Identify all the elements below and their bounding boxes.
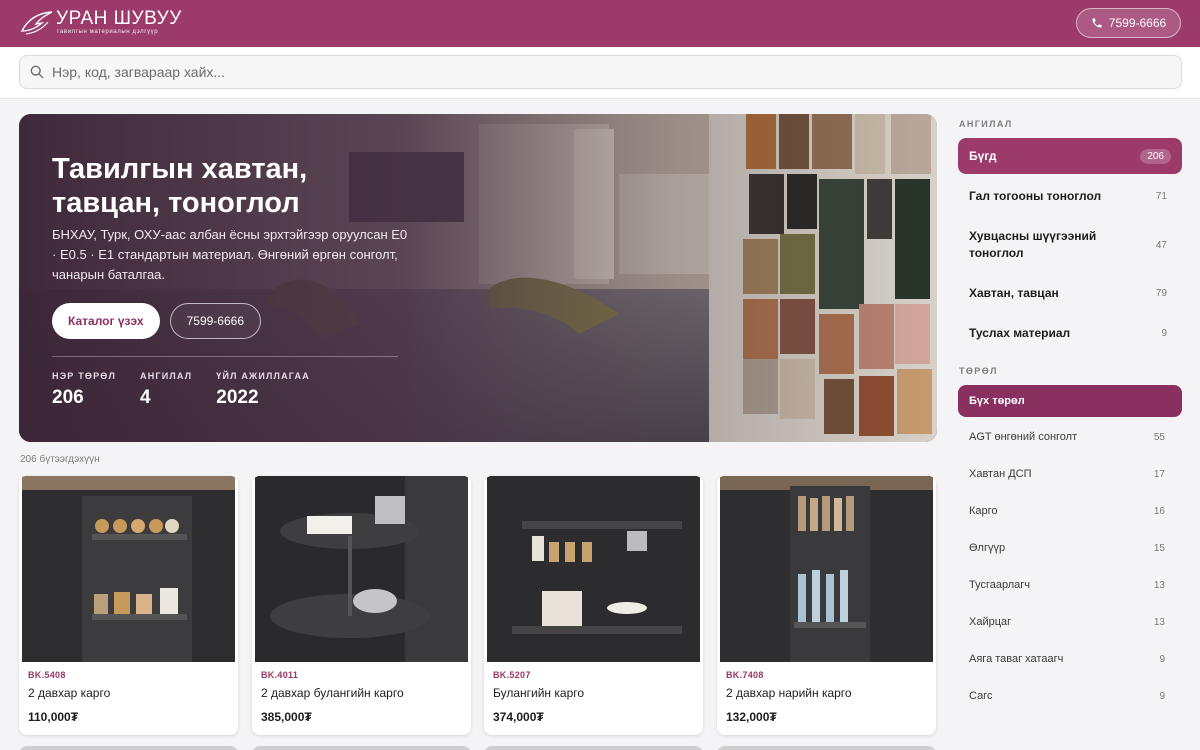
- type-item[interactable]: Хавтан ДСП 17: [958, 458, 1182, 490]
- category-item-auxiliary[interactable]: Туслах материал 9: [958, 315, 1182, 351]
- type-label: AGT өнгөний сонголт: [969, 431, 1078, 443]
- category-item-wardrobe[interactable]: Хувцасны шүүгээний тоноглол 47: [958, 218, 1182, 272]
- type-item[interactable]: Тусгаарлагч 13: [958, 569, 1182, 601]
- phone-number: 7599-6666: [1108, 16, 1167, 30]
- phone-icon: [1092, 18, 1102, 28]
- type-item[interactable]: Аяга таваг хатаагч 9: [958, 643, 1182, 675]
- product-card-partial[interactable]: [252, 746, 471, 750]
- stat-value: 4: [140, 387, 151, 408]
- category-count: 9: [1161, 327, 1167, 339]
- phone-button[interactable]: 7599-6666: [1076, 8, 1181, 38]
- logo[interactable]: УРАН ШУВУУ Тавилгын материалын дэлгүүр: [20, 9, 182, 37]
- type-label: Аяга таваг хатаагч: [969, 653, 1064, 665]
- product-image: [720, 476, 933, 662]
- type-item[interactable]: AGT өнгөний сонголт 55: [958, 421, 1182, 453]
- category-label: Хавтан, тавцан: [969, 286, 1059, 300]
- product-image: [487, 476, 700, 662]
- hero-banner: Тавилгын хавтан, тавцан, тоноглол БНХАУ,…: [19, 114, 937, 442]
- product-name: 2 давхар булангийн карго: [261, 686, 404, 700]
- type-count: 15: [1153, 542, 1165, 554]
- category-count: 47: [1155, 239, 1167, 251]
- category-item-kitchen[interactable]: Гал тогооны тоноглол 71: [958, 178, 1182, 214]
- product-price: 385,000₮: [261, 710, 312, 724]
- search-bar: [0, 47, 1200, 99]
- type-count: 17: [1153, 468, 1165, 480]
- product-card[interactable]: BK.7408 2 давхар нарийн карго 132,000₮: [717, 476, 936, 735]
- product-price: 132,000₮: [726, 710, 777, 724]
- type-count: 13: [1153, 579, 1165, 591]
- type-label: Сагс: [969, 690, 993, 702]
- type-label: Хайрцаг: [969, 616, 1012, 628]
- hero-title-line-2: тавцан, тоноглол: [52, 187, 300, 219]
- hero-title: Тавилгын хавтан, тавцан, тоноглол: [52, 152, 472, 220]
- hero-description: БНХАУ, Турк, ОХУ-аас албан ёсны эрхтэйгэ…: [52, 227, 408, 282]
- search-box[interactable]: [19, 55, 1182, 89]
- category-label: Хувцасны шүүгээний тоноглол: [969, 229, 1097, 260]
- category-item-boards[interactable]: Хавтан, тавцан 79: [958, 275, 1182, 311]
- top-bar: УРАН ШУВУУ Тавилгын материалын дэлгүүр 7…: [0, 0, 1200, 47]
- logo-subtitle: Тавилгын материалын дэлгүүр: [56, 29, 159, 35]
- product-name: 2 давхар нарийн карго: [726, 686, 852, 700]
- type-label: Бүх төрөл: [969, 395, 1025, 407]
- type-item[interactable]: Сагс 9: [958, 680, 1182, 712]
- stat-label: АНГИЛАЛ: [140, 371, 193, 381]
- category-count: 79: [1155, 287, 1167, 299]
- product-card-partial[interactable]: [484, 746, 703, 750]
- category-label: Гал тогооны тоноглол: [969, 189, 1102, 203]
- hero-title-line-1: Тавилгын хавтан,: [52, 153, 308, 185]
- type-item[interactable]: Карго 16: [958, 495, 1182, 527]
- category-item-all[interactable]: Бүгд 206: [958, 138, 1182, 174]
- stat-value: 2022: [216, 387, 259, 408]
- search-icon: [30, 65, 44, 79]
- type-item[interactable]: Хайрцаг 13: [958, 606, 1182, 638]
- hero-divider: [52, 356, 398, 357]
- product-image: [255, 476, 468, 662]
- type-count: 55: [1153, 431, 1165, 443]
- hero-stats: НЭР ТӨРӨЛ 206 АНГИЛАЛ 4 ҮЙЛ АЖИЛЛАГАА 20…: [52, 371, 334, 409]
- logo-title: УРАН ШУВУУ: [56, 8, 182, 29]
- type-count: 9: [1159, 653, 1165, 665]
- category-count: 71: [1155, 190, 1167, 202]
- call-button[interactable]: 7599-6666: [169, 303, 261, 339]
- product-card[interactable]: BK.4011 2 давхар булангийн карго 385,000…: [252, 476, 471, 735]
- type-count: 16: [1153, 505, 1165, 517]
- product-image: [22, 476, 235, 662]
- category-label: Туслах материал: [969, 326, 1071, 340]
- category-count: 206: [1140, 148, 1171, 164]
- type-label: Хавтан ДСП: [969, 468, 1032, 480]
- product-price: 110,000₮: [28, 710, 79, 724]
- type-count: 9: [1159, 690, 1165, 702]
- product-card[interactable]: BK.5408 2 давхар карго 110,000₮: [19, 476, 238, 735]
- type-count: 13: [1153, 616, 1165, 628]
- types-heading: ТӨРӨЛ: [959, 366, 998, 376]
- stat-item: НЭР ТӨРӨЛ 206: [52, 371, 116, 409]
- product-name: Булангийн карго: [493, 686, 585, 700]
- stat-value: 206: [52, 387, 84, 408]
- results-count: 206 бүтээгдэхүүн: [20, 454, 100, 465]
- category-label: Бүгд: [969, 149, 997, 163]
- stat-label: НЭР ТӨРӨЛ: [52, 371, 117, 381]
- product-card-partial[interactable]: [19, 746, 238, 750]
- stat-item: ҮЙЛ АЖИЛЛАГАА 2022: [216, 371, 310, 409]
- bird-logo-icon: [20, 11, 53, 35]
- type-label: Карго: [969, 505, 998, 517]
- type-item[interactable]: Өлгүүр 15: [958, 532, 1182, 564]
- product-code: BK.4011: [261, 670, 299, 680]
- product-name: 2 давхар карго: [28, 686, 111, 700]
- product-price: 374,000₮: [493, 710, 544, 724]
- product-code: BK.5207: [493, 670, 531, 680]
- type-label: Өлгүүр: [969, 542, 1006, 554]
- stat-item: АНГИЛАЛ 4: [140, 371, 192, 409]
- catalog-button[interactable]: Каталог үзэх: [52, 303, 160, 339]
- categories-heading: АНГИЛАЛ: [959, 119, 1013, 129]
- product-card-partial[interactable]: [717, 746, 936, 750]
- product-card[interactable]: BK.5207 Булангийн карго 374,000₮: [484, 476, 703, 735]
- product-code: BK.5408: [28, 670, 66, 680]
- type-label: Тусгаарлагч: [969, 579, 1031, 591]
- product-code: BK.7408: [726, 670, 764, 680]
- type-item-all[interactable]: Бүх төрөл: [958, 385, 1182, 417]
- stat-label: ҮЙЛ АЖИЛЛАГАА: [216, 371, 310, 381]
- search-input[interactable]: [52, 64, 652, 80]
